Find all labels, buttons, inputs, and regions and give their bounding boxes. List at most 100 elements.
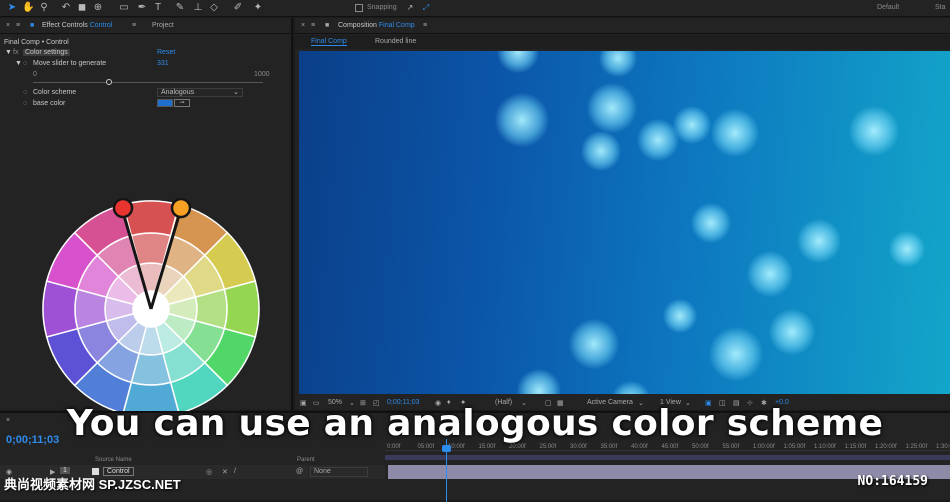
watermark-right: NO:164159 bbox=[857, 474, 928, 489]
work-area-bar[interactable] bbox=[385, 455, 950, 460]
ruler-tick-label: 45:00f bbox=[661, 444, 679, 450]
fx-switch-icon[interactable]: ✕ bbox=[222, 468, 228, 476]
bokeh-particle bbox=[611, 381, 651, 394]
ruler-tick-label: 15:00f bbox=[478, 444, 496, 450]
ruler-tick-label: 50:00f bbox=[692, 444, 709, 450]
tab-effect-controls-layer: Control bbox=[89, 22, 113, 29]
slider-label: Move slider to generate bbox=[33, 60, 107, 67]
effect-name[interactable]: Color settings bbox=[23, 49, 70, 56]
shy-icon[interactable]: ◎ bbox=[206, 468, 212, 476]
roto-brush-tool-icon[interactable]: ✐ bbox=[232, 2, 244, 14]
hand-tool-icon[interactable]: ✋ bbox=[22, 2, 34, 14]
parent-header: Parent bbox=[297, 457, 315, 463]
parent-value: None bbox=[314, 468, 331, 475]
brush-tool-icon[interactable]: ✎ bbox=[174, 2, 186, 14]
base-color-label: base color bbox=[33, 100, 66, 107]
snap-edges-icon[interactable]: ↗ bbox=[404, 2, 416, 14]
ruler-tick-label: 1:25:00f bbox=[905, 444, 928, 450]
ruler-tick-label: 1:15:00f bbox=[844, 444, 867, 450]
effect-expand-icon[interactable]: ▼ bbox=[5, 49, 12, 56]
rotate-tool-icon[interactable]: ↶ bbox=[60, 2, 72, 14]
bokeh-particle bbox=[497, 51, 539, 73]
snapping-checkbox[interactable] bbox=[355, 4, 363, 12]
bokeh-particle bbox=[517, 369, 561, 394]
bokeh-particle bbox=[569, 319, 619, 369]
clone-stamp-tool-icon[interactable]: ⊥ bbox=[192, 2, 204, 14]
watermark-left: 典尚视频素材网 SP.JZSC.NET bbox=[4, 477, 181, 492]
slider-knob[interactable] bbox=[106, 79, 113, 85]
bokeh-particle bbox=[495, 93, 549, 147]
left-panel-tabs: × ≡ ■ Effect Controls Control ≡ Project bbox=[0, 18, 293, 34]
parent-dropdown[interactable]: None bbox=[310, 467, 368, 477]
slider-track[interactable] bbox=[33, 82, 263, 83]
color-wheel-segment bbox=[223, 280, 260, 338]
ruler-tick-label: 1:30:00f bbox=[936, 444, 950, 450]
red-color-marker[interactable] bbox=[112, 198, 134, 219]
subtab-rounded-line[interactable]: Rounded line bbox=[375, 38, 416, 45]
panel-close-icon[interactable]: × bbox=[6, 22, 10, 29]
stopwatch-icon[interactable]: ◌ bbox=[23, 60, 27, 67]
bokeh-particle bbox=[889, 231, 925, 267]
panel-menu-icon[interactable]: ≡ bbox=[311, 22, 315, 29]
ruler-tick-label: 30:00f bbox=[570, 444, 587, 450]
caption-overlay: You can use an analogous color scheme bbox=[66, 403, 884, 444]
ruler-tick-label: 55:00f bbox=[722, 444, 740, 450]
puppet-pin-tool-icon[interactable]: ✦ bbox=[252, 2, 264, 14]
composition-viewer[interactable] bbox=[299, 51, 950, 394]
snapping-label: Snapping bbox=[367, 4, 397, 11]
orange-color-marker[interactable] bbox=[170, 198, 192, 219]
tab-composition-name: Final Comp bbox=[378, 22, 415, 29]
ruler-tick-label: 1:20:00f bbox=[875, 444, 897, 450]
pen-tool-icon[interactable]: ✒ bbox=[136, 2, 148, 14]
reset-link[interactable]: Reset bbox=[157, 49, 175, 56]
workspace-standard[interactable]: Sta bbox=[935, 4, 946, 11]
ruler-tick-label: 25:00f bbox=[539, 444, 557, 450]
shape-tool-icon[interactable]: ▭ bbox=[118, 2, 130, 14]
bokeh-particle bbox=[663, 299, 697, 333]
workspace-default[interactable]: Default bbox=[877, 4, 899, 11]
pan-behind-tool-icon[interactable]: ⊕ bbox=[92, 2, 104, 14]
snap-expand-icon[interactable]: ⤢ bbox=[420, 2, 432, 14]
ruler-tick-label: 1:05:00f bbox=[783, 444, 806, 450]
bokeh-particle bbox=[797, 219, 841, 263]
tab-composition[interactable]: Composition Final Comp bbox=[338, 22, 415, 29]
lock-icon[interactable]: ■ bbox=[30, 22, 34, 29]
playhead-handle[interactable] bbox=[442, 445, 451, 452]
tab-effect-controls[interactable]: Effect Controls Control bbox=[42, 22, 112, 29]
tools-toolbar: ➤ ✋ ⚲ ↶ ◼ ⊕ ▭ ✒ T ✎ ⊥ ◇ ✐ ✦ Snapping ↗ ⤢… bbox=[0, 0, 950, 17]
slider-value[interactable]: 331 bbox=[157, 60, 169, 67]
eyedropper-icon[interactable]: ⊸ bbox=[174, 99, 190, 107]
slider-expand-icon[interactable]: ▼ bbox=[15, 60, 22, 67]
fx-icon[interactable]: fx bbox=[13, 49, 18, 56]
type-tool-icon[interactable]: T bbox=[152, 2, 164, 14]
bokeh-particle bbox=[691, 203, 731, 243]
eraser-tool-icon[interactable]: ◇ bbox=[208, 2, 220, 14]
base-color-swatch[interactable] bbox=[157, 99, 173, 107]
bokeh-particle bbox=[711, 109, 759, 157]
tab-project-icon[interactable]: ≡ bbox=[132, 22, 136, 29]
ruler-tick-label: 20:00f bbox=[509, 444, 526, 450]
zoom-tool-icon[interactable]: ⚲ bbox=[38, 2, 50, 14]
stopwatch-icon[interactable]: ◌ bbox=[23, 100, 27, 107]
color-scheme-dropdown[interactable]: Analogous ⌄ bbox=[157, 88, 243, 97]
tab-composition-prefix: Composition bbox=[338, 22, 377, 29]
parent-pickwhip-icon[interactable]: @ bbox=[296, 468, 303, 475]
tab-project[interactable]: Project bbox=[152, 22, 174, 29]
bokeh-particle bbox=[747, 251, 793, 297]
selection-tool-icon[interactable]: ➤ bbox=[6, 2, 18, 14]
camera-tool-icon[interactable]: ◼ bbox=[76, 2, 88, 14]
motion-blur-icon[interactable]: / bbox=[234, 468, 236, 475]
color-scheme-label: Color scheme bbox=[33, 89, 77, 96]
subtab-final-comp[interactable]: Final Comp bbox=[311, 38, 347, 46]
bokeh-particle bbox=[673, 106, 711, 144]
ruler-tick-label: 0:00f bbox=[387, 444, 401, 450]
ruler-tick-label: 1:00:00f bbox=[753, 444, 775, 450]
lock-icon[interactable]: ■ bbox=[325, 22, 329, 29]
bokeh-particle bbox=[587, 83, 637, 133]
tab-menu-icon[interactable]: ≡ bbox=[423, 22, 427, 29]
panel-menu-icon[interactable]: ≡ bbox=[16, 22, 20, 29]
color-wheel-segment bbox=[42, 280, 79, 338]
bokeh-particle bbox=[581, 131, 621, 171]
stopwatch-icon[interactable]: ◌ bbox=[23, 89, 27, 96]
panel-close-icon[interactable]: × bbox=[301, 22, 305, 29]
